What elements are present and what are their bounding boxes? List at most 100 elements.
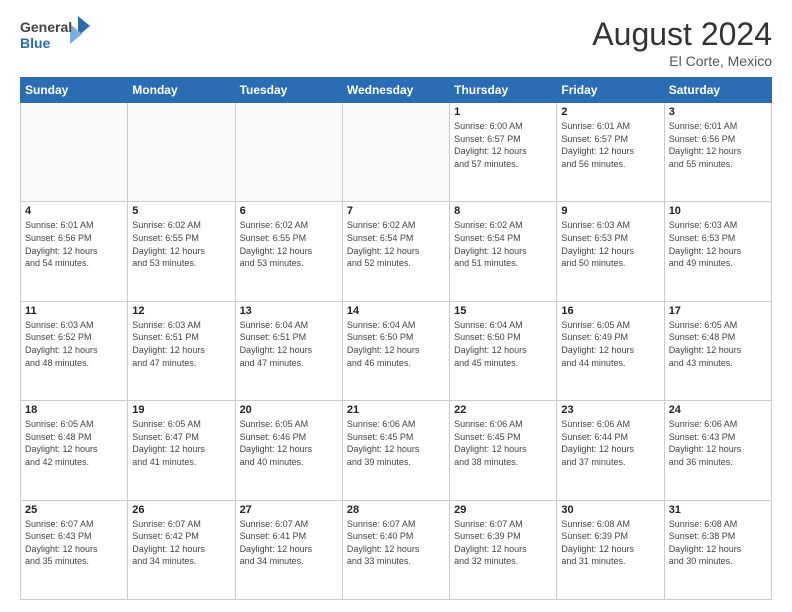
day-header-sunday: Sunday [21,78,128,103]
logo: GeneralBlue [20,16,100,54]
calendar-cell: 13Sunrise: 6:04 AM Sunset: 6:51 PM Dayli… [235,301,342,400]
cell-date: 17 [669,305,767,317]
calendar-cell: 18 Sunrise: 6:05 AM Sunset: 6:48 PM Dayli… [21,401,128,500]
calendar-cell: 25 Sunrise: 6:07 AM Sunset: 6:43 PM Dayli… [21,500,128,599]
cell-date: 6 [240,205,338,217]
cell-date: 5 [132,205,230,217]
calendar-cell: 17Sunrise: 6:05 AM Sunset: 6:48 PM Dayli… [664,301,771,400]
calendar-table: SundayMondayTuesdayWednesdayThursdayFrid… [20,77,772,600]
cell-date: 20 [240,404,338,416]
cell-info: Sunrise: 6:01 AM Sunset: 6:56 PM Dayligh… [25,219,123,269]
cell-info: Sunrise: 6:05 AM Sunset: 6:48 PM Dayligh… [25,418,123,468]
cell-date: 28 [347,504,445,516]
cell-info: Sunrise: 6:03 AM Sunset: 6:51 PM Dayligh… [132,319,230,369]
month-year: August 2024 [592,16,772,53]
calendar-cell: 1 Sunrise: 6:00 AM Sunset: 6:57 PM Daylig… [450,103,557,202]
cell-info: Sunrise: 6:02 AM Sunset: 6:54 PM Dayligh… [454,219,552,269]
cell-info: Sunrise: 6:02 AM Sunset: 6:54 PM Dayligh… [347,219,445,269]
cell-date: 12 [132,305,230,317]
calendar-cell: 2 Sunrise: 6:01 AM Sunset: 6:57 PM Daylig… [557,103,664,202]
svg-text:Blue: Blue [20,35,51,51]
calendar-week-1: 1 Sunrise: 6:00 AM Sunset: 6:57 PM Daylig… [21,103,772,202]
cell-info: Sunrise: 6:03 AM Sunset: 6:52 PM Dayligh… [25,319,123,369]
calendar-cell: 11Sunrise: 6:03 AM Sunset: 6:52 PM Dayli… [21,301,128,400]
cell-date: 14 [347,305,445,317]
cell-info: Sunrise: 6:08 AM Sunset: 6:38 PM Dayligh… [669,518,767,568]
cell-info: Sunrise: 6:05 AM Sunset: 6:49 PM Dayligh… [561,319,659,369]
calendar-week-2: 4 Sunrise: 6:01 AM Sunset: 6:56 PM Daylig… [21,202,772,301]
calendar-cell: 27 Sunrise: 6:07 AM Sunset: 6:41 PM Dayli… [235,500,342,599]
cell-date: 13 [240,305,338,317]
cell-date: 1 [454,106,552,118]
day-header-friday: Friday [557,78,664,103]
cell-date: 30 [561,504,659,516]
cell-info: Sunrise: 6:05 AM Sunset: 6:46 PM Dayligh… [240,418,338,468]
cell-info: Sunrise: 6:06 AM Sunset: 6:45 PM Dayligh… [347,418,445,468]
cell-info: Sunrise: 6:06 AM Sunset: 6:43 PM Dayligh… [669,418,767,468]
cell-date: 23 [561,404,659,416]
cell-date: 29 [454,504,552,516]
cell-info: Sunrise: 6:07 AM Sunset: 6:41 PM Dayligh… [240,518,338,568]
calendar-cell: 20 Sunrise: 6:05 AM Sunset: 6:46 PM Dayli… [235,401,342,500]
svg-text:General: General [20,19,72,35]
calendar-week-3: 11Sunrise: 6:03 AM Sunset: 6:52 PM Dayli… [21,301,772,400]
calendar-cell: 5 Sunrise: 6:02 AM Sunset: 6:55 PM Daylig… [128,202,235,301]
calendar-cell [21,103,128,202]
cell-info: Sunrise: 6:07 AM Sunset: 6:42 PM Dayligh… [132,518,230,568]
calendar-header-row: SundayMondayTuesdayWednesdayThursdayFrid… [21,78,772,103]
calendar-cell [235,103,342,202]
calendar-cell: 30 Sunrise: 6:08 AM Sunset: 6:39 PM Dayli… [557,500,664,599]
calendar-cell: 6 Sunrise: 6:02 AM Sunset: 6:55 PM Daylig… [235,202,342,301]
cell-info: Sunrise: 6:07 AM Sunset: 6:43 PM Dayligh… [25,518,123,568]
cell-date: 4 [25,205,123,217]
cell-info: Sunrise: 6:06 AM Sunset: 6:44 PM Dayligh… [561,418,659,468]
cell-date: 15 [454,305,552,317]
day-header-thursday: Thursday [450,78,557,103]
day-header-saturday: Saturday [664,78,771,103]
calendar-cell: 4 Sunrise: 6:01 AM Sunset: 6:56 PM Daylig… [21,202,128,301]
calendar-cell: 8Sunrise: 6:02 AM Sunset: 6:54 PM Daylig… [450,202,557,301]
cell-date: 19 [132,404,230,416]
calendar-week-5: 25 Sunrise: 6:07 AM Sunset: 6:43 PM Dayli… [21,500,772,599]
header: GeneralBlue August 2024 El Corte, Mexico [20,16,772,69]
calendar-cell: 10 Sunrise: 6:03 AM Sunset: 6:53 PM Dayli… [664,202,771,301]
cell-date: 27 [240,504,338,516]
cell-info: Sunrise: 6:04 AM Sunset: 6:50 PM Dayligh… [347,319,445,369]
cell-date: 22 [454,404,552,416]
calendar-cell: 15Sunrise: 6:04 AM Sunset: 6:50 PM Dayli… [450,301,557,400]
cell-info: Sunrise: 6:01 AM Sunset: 6:57 PM Dayligh… [561,120,659,170]
cell-date: 24 [669,404,767,416]
calendar-cell: 16 Sunrise: 6:05 AM Sunset: 6:49 PM Dayli… [557,301,664,400]
cell-date: 18 [25,404,123,416]
cell-info: Sunrise: 6:00 AM Sunset: 6:57 PM Dayligh… [454,120,552,170]
cell-info: Sunrise: 6:07 AM Sunset: 6:39 PM Dayligh… [454,518,552,568]
cell-info: Sunrise: 6:03 AM Sunset: 6:53 PM Dayligh… [561,219,659,269]
cell-date: 25 [25,504,123,516]
calendar-cell: 3Sunrise: 6:01 AM Sunset: 6:56 PM Daylig… [664,103,771,202]
cell-date: 21 [347,404,445,416]
cell-date: 2 [561,106,659,118]
calendar-cell: 12 Sunrise: 6:03 AM Sunset: 6:51 PM Dayli… [128,301,235,400]
cell-info: Sunrise: 6:07 AM Sunset: 6:40 PM Dayligh… [347,518,445,568]
cell-date: 9 [561,205,659,217]
calendar-cell: 29 Sunrise: 6:07 AM Sunset: 6:39 PM Dayli… [450,500,557,599]
day-header-wednesday: Wednesday [342,78,449,103]
cell-info: Sunrise: 6:06 AM Sunset: 6:45 PM Dayligh… [454,418,552,468]
calendar-cell: 19 Sunrise: 6:05 AM Sunset: 6:47 PM Dayli… [128,401,235,500]
calendar-cell [128,103,235,202]
calendar-cell: 31Sunrise: 6:08 AM Sunset: 6:38 PM Dayli… [664,500,771,599]
cell-date: 7 [347,205,445,217]
cell-info: Sunrise: 6:02 AM Sunset: 6:55 PM Dayligh… [132,219,230,269]
logo-svg: GeneralBlue [20,16,100,54]
location: El Corte, Mexico [592,53,772,69]
calendar-cell: 28 Sunrise: 6:07 AM Sunset: 6:40 PM Dayli… [342,500,449,599]
cell-date: 10 [669,205,767,217]
calendar-cell: 26Sunrise: 6:07 AM Sunset: 6:42 PM Dayli… [128,500,235,599]
calendar-cell [342,103,449,202]
cell-info: Sunrise: 6:05 AM Sunset: 6:47 PM Dayligh… [132,418,230,468]
cell-date: 16 [561,305,659,317]
cell-info: Sunrise: 6:08 AM Sunset: 6:39 PM Dayligh… [561,518,659,568]
calendar-cell: 23 Sunrise: 6:06 AM Sunset: 6:44 PM Dayli… [557,401,664,500]
cell-info: Sunrise: 6:03 AM Sunset: 6:53 PM Dayligh… [669,219,767,269]
cell-info: Sunrise: 6:02 AM Sunset: 6:55 PM Dayligh… [240,219,338,269]
